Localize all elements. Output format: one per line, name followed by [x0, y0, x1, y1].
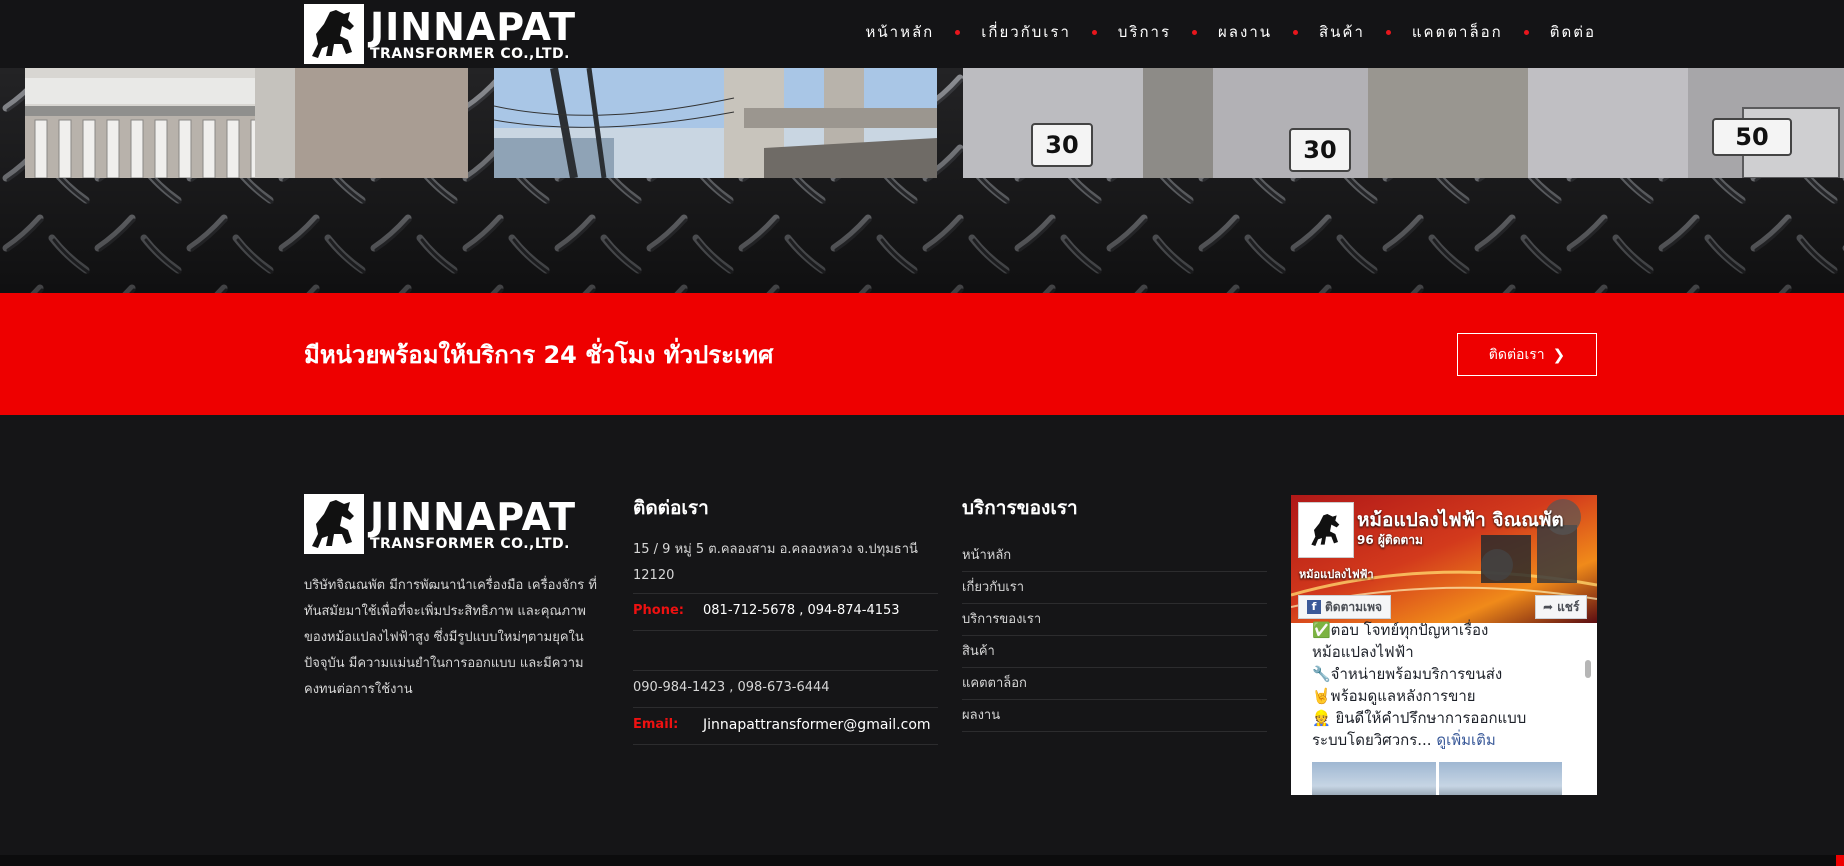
nav-separator-dot: [1385, 29, 1391, 35]
back-to-top-edge[interactable]: [1836, 855, 1844, 866]
email-label: Email:: [633, 717, 679, 732]
facebook-post-images: [1312, 762, 1562, 795]
header-logo[interactable]: JINNAPAT TRANSFORMER CO.,LTD.: [304, 4, 576, 64]
footer-link-products[interactable]: สินค้า: [962, 636, 1267, 668]
footer-logo[interactable]: JINNAPAT TRANSFORMER CO.,LTD.: [304, 494, 576, 554]
cta-title: มีหน่วยพร้อมให้บริการ 24 ชั่วโมง ทั่วประ…: [304, 341, 774, 369]
nav-portfolio[interactable]: ผลงาน: [1218, 20, 1272, 44]
phone-label: Phone:: [633, 603, 684, 618]
nav-products[interactable]: สินค้า: [1319, 20, 1365, 44]
brand-name: JINNAPAT: [370, 4, 577, 49]
services-list: หน้าหลัก เกี่ยวกับเรา บริการของเรา สินค้…: [962, 540, 1267, 732]
nav-separator-dot: [1523, 29, 1529, 35]
hero-gallery-section: 30 30 50: [0, 68, 1844, 293]
contact-us-button[interactable]: ติดต่อเรา ❯: [1457, 333, 1597, 376]
gallery-photo-2[interactable]: [494, 68, 937, 178]
contact-phone-row: Phone: 081-712-5678 , 094-874-4153: [633, 598, 938, 631]
horse-logo-icon: [304, 494, 364, 554]
post-line-last: ระบบโดยวิศวกร... ดูเพิ่มเติม: [1312, 731, 1496, 749]
nav-catalog[interactable]: แคตตาล็อก: [1412, 20, 1503, 44]
footer-bottom-bar: [0, 855, 1844, 866]
contact-details: 15 / 9 หมู่ 5 ต.คลองสาม อ.คลองหลวง จ.ปทุ…: [633, 537, 938, 749]
facebook-scrollbar[interactable]: [1585, 660, 1591, 678]
brand-subtitle: TRANSFORMER CO.,LTD.: [370, 535, 570, 552]
main-menu: หน้าหลัก เกี่ยวกับเรา บริการ ผลงาน สินค้…: [866, 20, 1597, 44]
contact-heading: ติดต่อเรา: [633, 497, 709, 519]
company-about-text: บริษัทจิณณพัต มีการพัฒนานำเครื่องมือ เคร…: [304, 578, 597, 697]
nav-home[interactable]: หน้าหลัก: [866, 20, 935, 44]
facebook-share-button[interactable]: ➦ แชร์: [1535, 595, 1588, 619]
contact-email-row: Email: Jinnapattransformer@gmail.com: [633, 712, 938, 745]
gallery-photo-1[interactable]: [25, 68, 468, 178]
footer-link-portfolio[interactable]: ผลงาน: [962, 700, 1267, 732]
cta-banner: มีหน่วยพร้อมให้บริการ 24 ชั่วโมง ทั่วประ…: [0, 293, 1844, 415]
facebook-icon: f: [1307, 600, 1321, 614]
facebook-follow-label: ติดตามเพจ: [1325, 599, 1383, 614]
footer-link-about[interactable]: เกี่ยวกับเรา: [962, 572, 1267, 604]
transformer-badge-1: 30: [1031, 123, 1093, 167]
footer-link-services[interactable]: บริการของเรา: [962, 604, 1267, 636]
post-line: หม้อแปลงไฟฟ้า: [1312, 643, 1414, 661]
nav-separator-dot: [1293, 29, 1298, 35]
contact-address: 15 / 9 หมู่ 5 ต.คลองสาม อ.คลองหลวง จ.ปทุ…: [633, 537, 938, 594]
contact-spacer-row: [633, 635, 938, 671]
post-line: 🤘พร้อมดูแลหลังการขาย: [1312, 687, 1476, 705]
footer-link-catalog[interactable]: แคตตาล็อก: [962, 668, 1267, 700]
transformer-badge-2: 30: [1289, 128, 1351, 172]
facebook-post-image[interactable]: [1312, 762, 1436, 795]
facebook-post-image[interactable]: [1438, 762, 1562, 795]
contact-us-button-label: ติดต่อเรา: [1488, 346, 1545, 363]
horse-logo-icon: [304, 4, 364, 64]
facebook-post-text: ✅ตอบ โจทย์ทุกปัญหาเรื่อง หม้อแปลงไฟฟ้า 🔧…: [1312, 619, 1577, 751]
facebook-followers-count: 96 ผู้ติดตาม: [1357, 533, 1423, 547]
footer-link-home[interactable]: หน้าหลัก: [962, 540, 1267, 572]
nav-services[interactable]: บริการ: [1118, 20, 1171, 44]
phone2-value[interactable]: 090-984-1423 , 098-673-6444: [633, 675, 830, 701]
transformer-badge-3: 50: [1712, 118, 1792, 156]
brand-name: JINNAPAT: [370, 494, 577, 539]
facebook-page-avatar[interactable]: [1298, 502, 1354, 558]
post-line: ✅ตอบ โจทย์ทุกปัญหาเรื่อง: [1312, 621, 1489, 639]
email-value[interactable]: Jinnapattransformer@gmail.com: [703, 712, 931, 738]
contact-phone2-row: 090-984-1423 , 098-673-6444: [633, 675, 938, 708]
nav-separator-dot: [1091, 29, 1097, 35]
nav-separator-dot: [1192, 29, 1198, 35]
phone-value[interactable]: 081-712-5678 , 094-874-4153: [703, 598, 900, 624]
nav-about[interactable]: เกี่ยวกับเรา: [981, 20, 1071, 44]
post-line: 🔧จำหน่ายพร้อมบริการขนส่ง: [1312, 665, 1503, 683]
facebook-follow-button[interactable]: f ติดตามเพจ: [1298, 595, 1392, 619]
top-navigation-bar: JINNAPAT TRANSFORMER CO.,LTD. หน้าหลัก เ…: [0, 0, 1844, 68]
facebook-page-widget: หม้อแปลงไฟฟ้า จิณณพัต 96 ผู้ติดตาม หม้อแ…: [1291, 495, 1597, 795]
nav-separator-dot: [955, 29, 961, 35]
facebook-share-label: แชร์: [1557, 599, 1580, 614]
facebook-see-more-link[interactable]: ดูเพิ่มเติม: [1436, 731, 1495, 749]
facebook-cover-caption: หม้อแปลงไฟฟ้า: [1299, 568, 1374, 581]
brand-subtitle: TRANSFORMER CO.,LTD.: [370, 45, 570, 62]
chevron-right-icon: ❯: [1552, 345, 1566, 364]
post-line: 👷 ยินดีให้คำปรึกษาการออกแบบ: [1312, 709, 1527, 727]
services-heading: บริการของเรา: [962, 497, 1078, 519]
share-arrow-icon: ➦: [1543, 600, 1554, 614]
nav-contact[interactable]: ติดต่อ: [1550, 20, 1596, 44]
facebook-cover-image[interactable]: หม้อแปลงไฟฟ้า จิณณพัต 96 ผู้ติดตาม หม้อแ…: [1291, 495, 1597, 623]
